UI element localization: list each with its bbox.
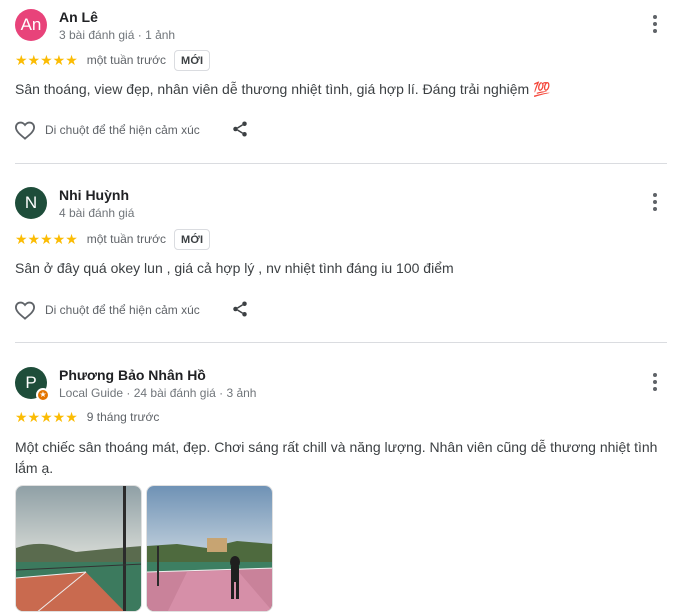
star-rating: ★★★★★ [15, 230, 78, 247]
rating-row: ★★★★★ một tuần trước MỚI [15, 228, 211, 250]
review-time: một tuần trước [86, 53, 167, 67]
avatar-letter: P [25, 373, 37, 392]
react-hint[interactable]: Di chuột để thể hiện cảm xúc [45, 123, 200, 137]
reviewer-name[interactable]: An Lê [59, 9, 98, 25]
review-actions: Di chuột để thể hiện cảm xúc [14, 119, 247, 141]
share-icon[interactable] [231, 120, 249, 138]
review-divider [15, 342, 667, 343]
reviewer-name[interactable]: Phương Bảo Nhân Hồ [59, 367, 206, 383]
review-photo[interactable] [146, 485, 273, 612]
new-badge: MỚI [174, 228, 211, 250]
new-badge: MỚI [174, 49, 211, 71]
reviewer-name[interactable]: Nhi Huỳnh [59, 187, 129, 203]
share-icon[interactable] [231, 300, 249, 318]
review-photo-image [16, 486, 141, 611]
reviewer-meta: 4 bài đánh giá [59, 206, 135, 220]
reviewer-meta: Local Guide · 24 bài đánh giá · 3 ảnh [59, 386, 257, 400]
review-actions: Di chuột để thể hiện cảm xúc [14, 299, 247, 321]
review-time: 9 tháng trước [86, 410, 160, 424]
rating-row: ★★★★★ 9 tháng trước [15, 406, 159, 428]
avatar[interactable]: N [15, 187, 47, 219]
avatar[interactable]: An [15, 9, 47, 41]
reviewer-meta: 3 bài đánh giá · 1 ảnh [59, 28, 176, 42]
star-rating: ★★★★★ [15, 408, 78, 425]
review-text: Sân ở đây quá okey lun , giá cả hợp lý ,… [15, 260, 454, 276]
review-photo[interactable] [15, 485, 142, 612]
review-photo-image [147, 486, 272, 611]
more-options-button[interactable] [646, 371, 664, 395]
review-time: một tuần trước [86, 232, 167, 246]
star-rating: ★★★★★ [15, 51, 78, 68]
more-options-button[interactable] [646, 13, 664, 37]
more-options-button[interactable] [646, 191, 664, 215]
rating-row: ★★★★★ một tuần trước MỚI [15, 49, 211, 71]
local-guide-badge-icon: ★ [36, 388, 50, 402]
react-hint[interactable]: Di chuột để thể hiện cảm xúc [45, 303, 200, 317]
review-text: Một chiếc sân thoáng mát, đẹp. Chơi sáng… [15, 439, 658, 476]
review-divider [15, 163, 667, 164]
avatar[interactable]: P ★ [15, 367, 50, 402]
review-text: Sân thoáng, view đẹp, nhân viên dễ thươn… [15, 81, 551, 97]
heart-outline-icon[interactable] [14, 120, 36, 140]
heart-outline-icon[interactable] [14, 300, 36, 320]
